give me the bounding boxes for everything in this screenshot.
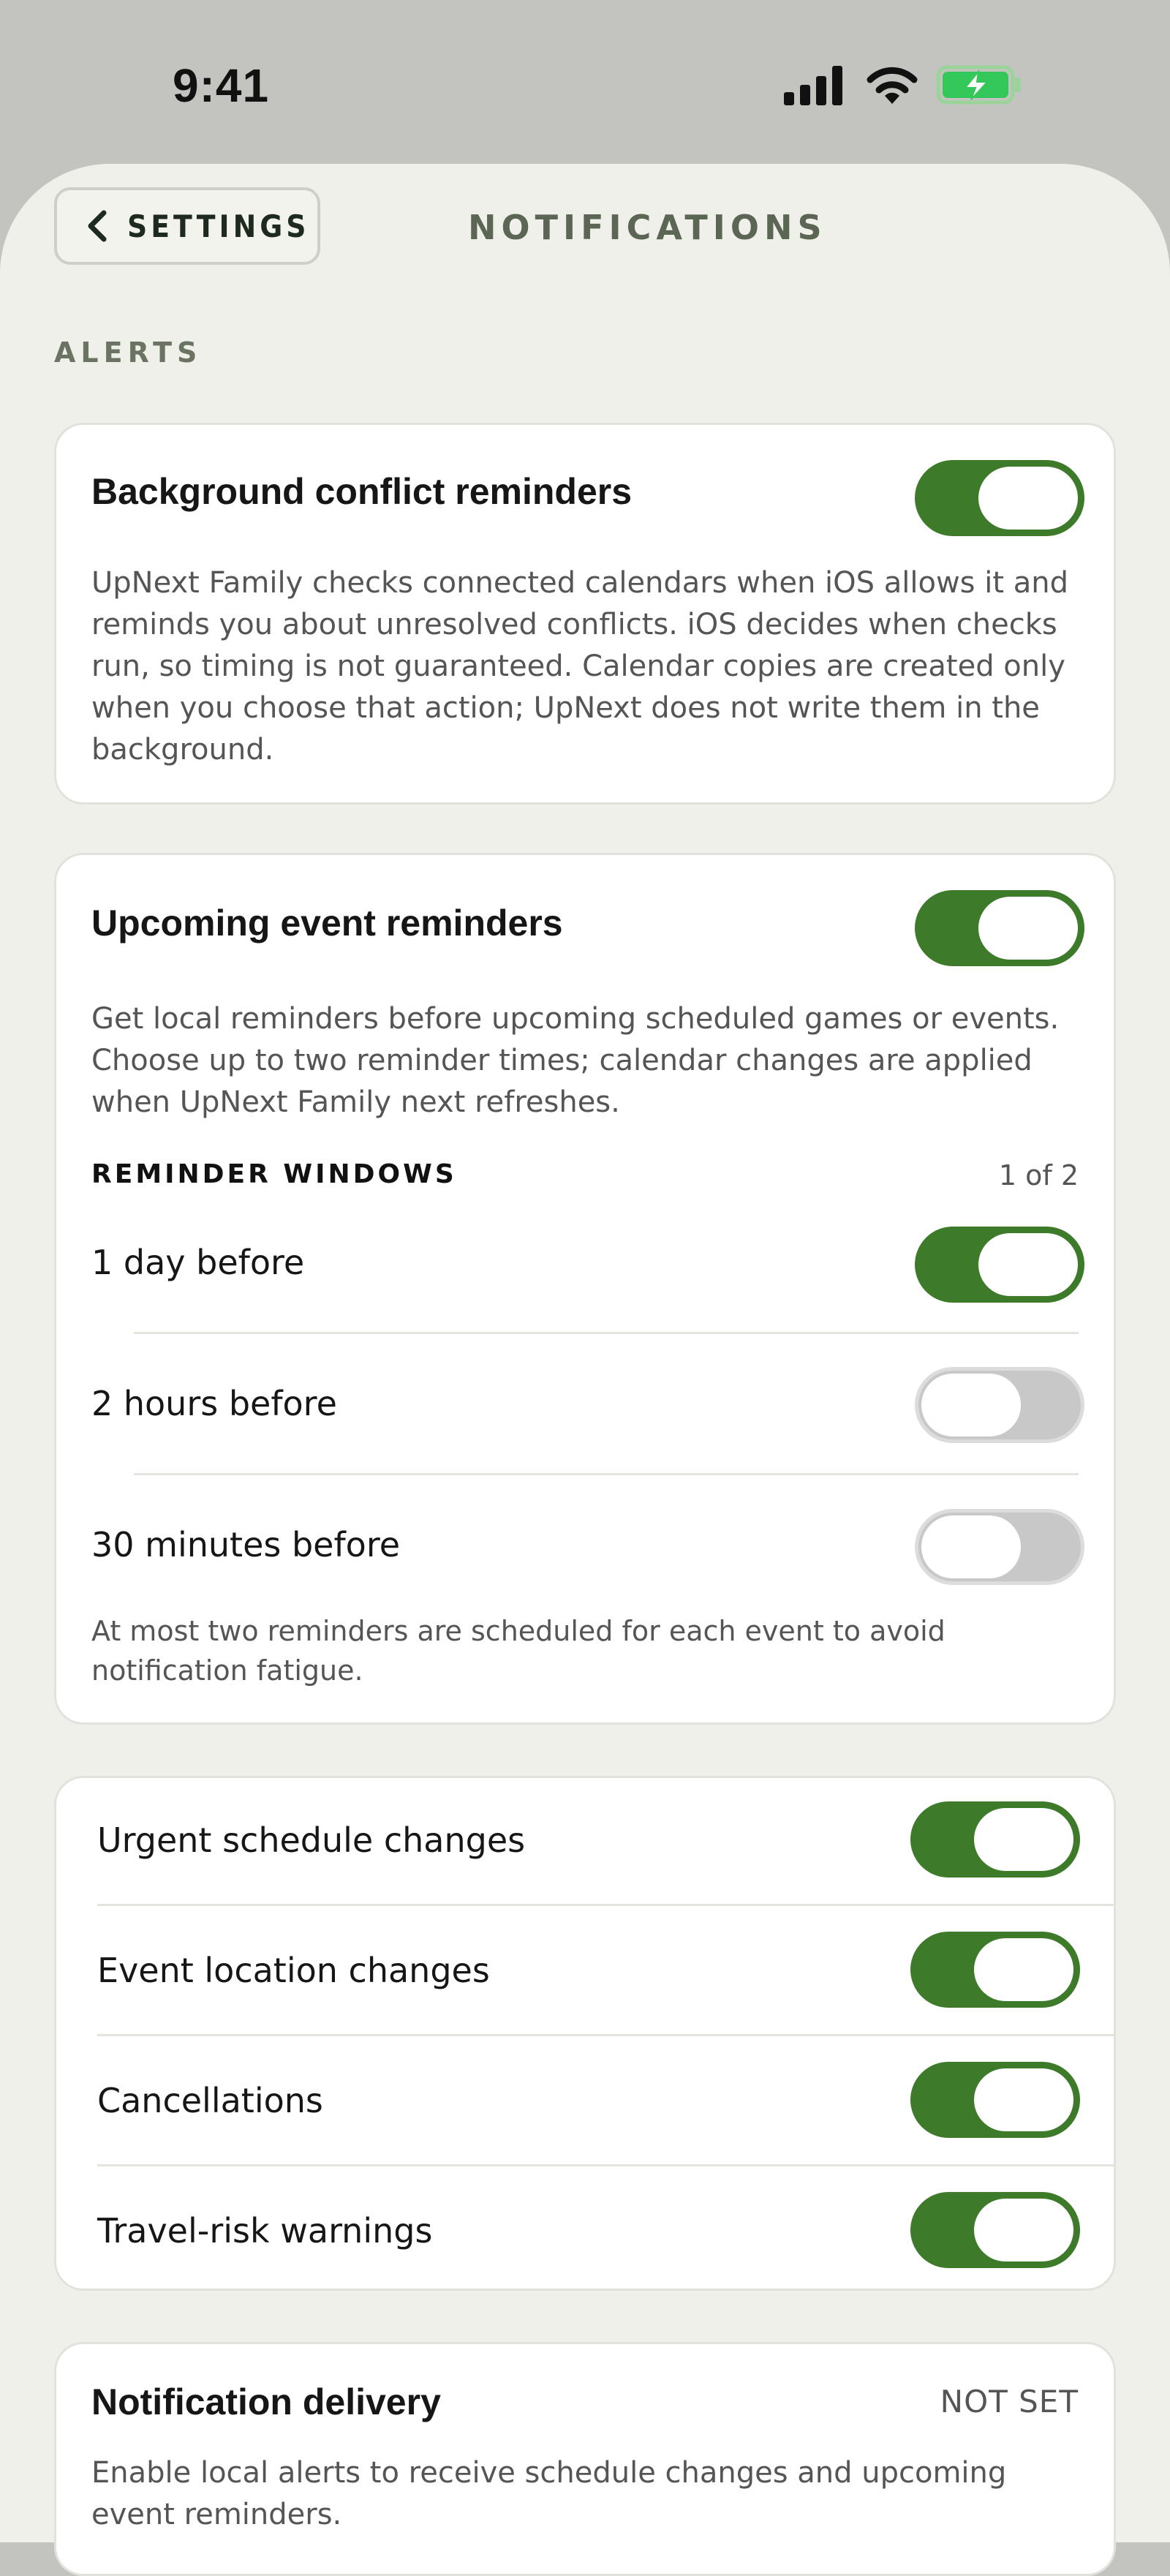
notification-delivery-status: NOT SET [940, 2384, 1079, 2419]
status-bar: 9:41 [0, 0, 1170, 161]
window-2-hours-toggle[interactable] [915, 1367, 1084, 1443]
upcoming-events-title: Upcoming event reminders [91, 903, 563, 944]
divider [97, 2034, 1114, 2036]
toggle-knob [974, 2068, 1073, 2131]
upcoming-events-description: Get local reminders before upcoming sche… [91, 1002, 1060, 1119]
divider [134, 1473, 1079, 1475]
reminder-windows-header: REMINDER WINDOWS [91, 1159, 457, 1189]
cellular-signal-icon [784, 66, 842, 105]
back-button-label: SETTINGS [127, 208, 310, 244]
reminder-windows-note: At most two reminders are scheduled for … [91, 1615, 946, 1687]
divider [97, 1904, 1114, 1906]
back-button[interactable]: SETTINGS [54, 187, 320, 265]
upcoming-events-card: Upcoming event reminders Get local remin… [54, 853, 1116, 1725]
location-changes-label: Event location changes [97, 1951, 490, 1990]
background-conflict-card: Background conflict reminders UpNext Fam… [54, 423, 1116, 805]
notification-delivery-description: Enable local alerts to receive schedule … [91, 2456, 1007, 2531]
travel-risk-toggle[interactable] [910, 2192, 1080, 2268]
window-30-minutes-toggle[interactable] [915, 1509, 1084, 1585]
toggle-knob [974, 1938, 1073, 2001]
upcoming-events-toggle[interactable] [915, 890, 1084, 966]
toggle-knob [974, 2199, 1073, 2261]
notification-delivery-card[interactable]: Notification delivery NOT SET Enable loc… [54, 2342, 1116, 2576]
battery-charging-icon [936, 65, 1021, 105]
cancellations-label: Cancellations [97, 2081, 323, 2120]
urgent-changes-toggle[interactable] [910, 1801, 1080, 1878]
status-time: 9:41 [173, 59, 270, 112]
background-conflict-toggle[interactable] [915, 460, 1084, 536]
background-conflict-description: UpNext Family checks connected calendars… [91, 566, 1068, 767]
change-alerts-card: Urgent schedule changes Event location c… [54, 1776, 1116, 2291]
section-label-alerts: ALERTS [54, 336, 203, 369]
window-30-minutes-label: 30 minutes before [91, 1525, 401, 1564]
wifi-icon [867, 67, 918, 104]
page-title: NOTIFICATIONS [468, 208, 827, 247]
notifications-sheet: SETTINGS NOTIFICATIONS ALERTS Background… [0, 164, 1170, 2576]
window-1-day-label: 1 day before [91, 1243, 305, 1282]
toggle-knob [921, 1515, 1021, 1578]
toggle-knob [978, 467, 1078, 530]
notification-delivery-title: Notification delivery [91, 2381, 441, 2422]
window-2-hours-label: 2 hours before [91, 1384, 337, 1423]
background-conflict-title: Background conflict reminders [91, 471, 633, 512]
toggle-knob [978, 897, 1078, 960]
divider [134, 1332, 1079, 1334]
window-1-day-toggle[interactable] [915, 1227, 1084, 1303]
divider [97, 2164, 1114, 2166]
toggle-knob [978, 1233, 1078, 1296]
toggle-knob [974, 1808, 1073, 1871]
toggle-knob [921, 1374, 1021, 1436]
reminder-windows-count: 1 of 2 [998, 1159, 1079, 1191]
location-changes-toggle[interactable] [910, 1932, 1080, 2008]
chevron-left-icon [88, 210, 107, 242]
cancellations-toggle[interactable] [910, 2062, 1080, 2138]
travel-risk-label: Travel-risk warnings [97, 2211, 433, 2251]
urgent-changes-label: Urgent schedule changes [97, 1820, 526, 1860]
